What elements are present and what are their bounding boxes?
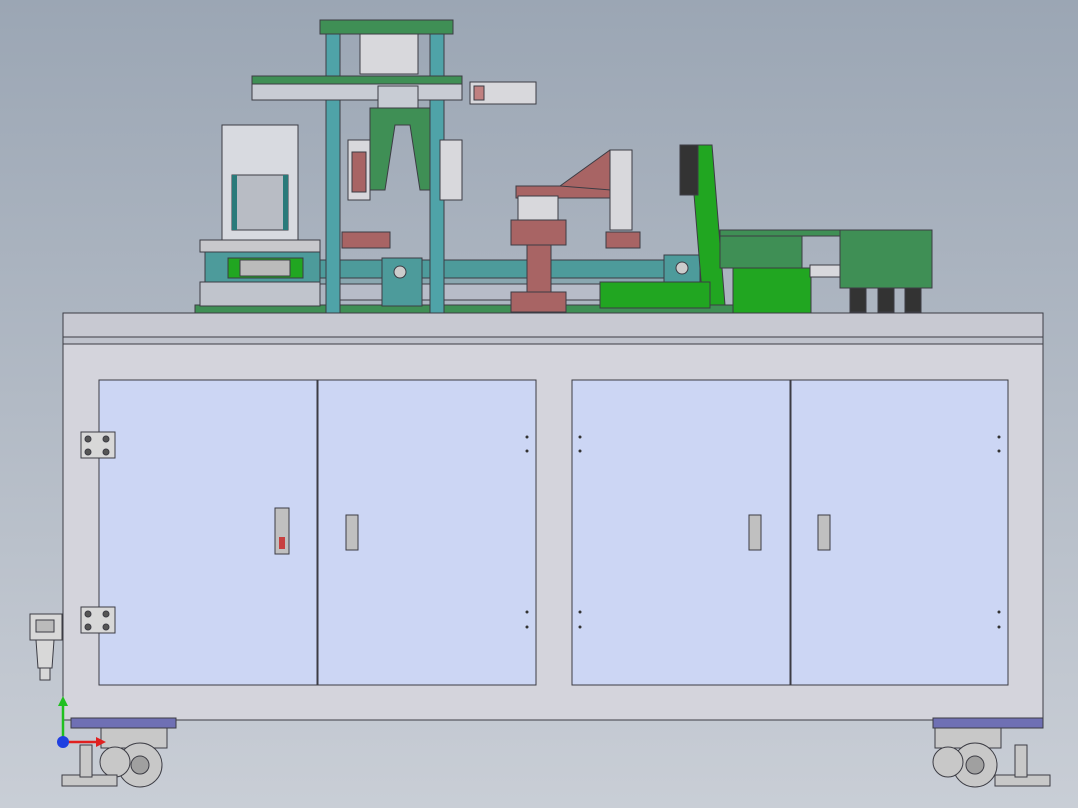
column-left [325,32,341,314]
stacker-base [199,239,321,253]
center-bracket [510,219,567,246]
cabinet-top-lip [62,336,1044,345]
machine-cabinet[interactable] [62,312,1044,729]
green-block [732,267,812,314]
center-foot [510,291,567,313]
green-box [719,233,803,269]
vibration-bowl [839,229,933,289]
cabinet-top-plate [62,312,1044,338]
bowl-legs [849,287,922,313]
door-lock-handle[interactable] [274,507,290,555]
camera-unit [679,144,699,196]
z-axis-origin-icon [57,736,69,748]
center-cylinder [517,195,559,221]
door-handle[interactable] [748,514,762,551]
cross-beam-green [251,75,463,85]
cad-scene [0,0,1078,808]
cabinet-bottom-rail [70,717,177,729]
column-cap [319,19,454,35]
slider-block [377,85,419,109]
motor-block-left [381,257,423,307]
cross-beam [251,83,463,101]
conveyor-beam [319,259,721,279]
cabinet-bottom-rail [932,717,1044,729]
center-post [526,244,552,296]
cad-viewport[interactable] [0,0,1078,808]
gripper-cylinder-right [439,139,463,201]
roller-body [239,259,291,277]
left-slide [341,231,391,249]
top-cylinder [359,33,419,75]
bowl-connector [809,264,841,278]
stacker-slot [231,174,289,231]
servo-coupling [473,85,485,101]
door-handle[interactable] [817,514,831,551]
door-handle[interactable] [345,514,359,551]
right-cylinder [609,149,633,231]
stacker-legs [199,281,321,307]
gripper-cylinder-left-accent [351,151,367,193]
right-slide [605,231,641,249]
right-ramp [599,281,711,309]
